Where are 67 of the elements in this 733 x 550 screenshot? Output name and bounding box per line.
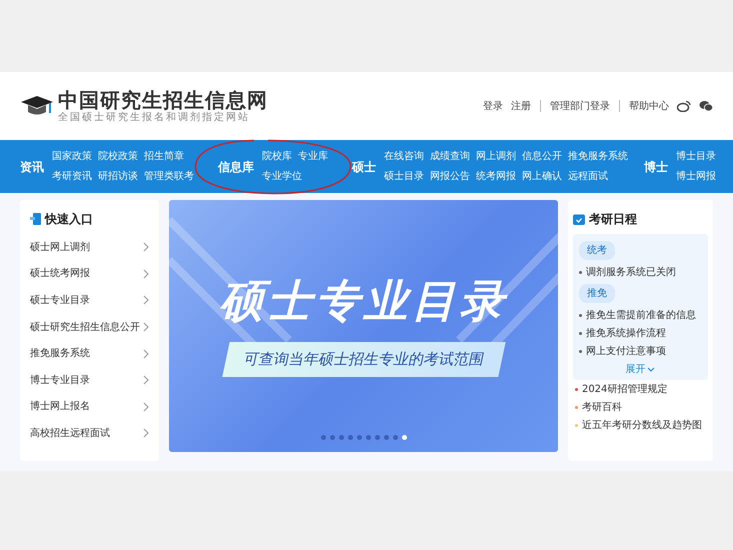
quick-entry-link[interactable]: 博士网上报名 [30,394,150,420]
nav-link[interactable]: 网上调剂 [476,150,516,162]
chevron-right-icon [143,348,150,359]
chevron-right-icon [143,322,150,332]
nav-link[interactable]: 在线咨询 [384,150,424,162]
nav-category[interactable]: 资讯 [20,158,44,176]
header-link[interactable]: 帮助中心 [629,98,669,114]
quick-entry-link[interactable]: 高校招生远程面试 [30,420,150,447]
nav-link[interactable]: 国家政策 [52,150,92,162]
wechat-icon[interactable] [699,100,713,112]
schedule-link[interactable]: 推免系统操作流程 [578,324,702,342]
schedule-tag: 统考 [578,241,615,260]
schedule-link[interactable]: 推免生需提前准备的信息 [578,306,702,324]
site-subtitle: 全国硕士研究生报名和调剂指定网站 [58,112,251,124]
nav-link[interactable]: 信息公开 [522,150,562,162]
card-title: 快速入口 [45,211,93,228]
nav-link[interactable]: 博士目录 [676,150,716,162]
nav-link[interactable]: 管理类联考 [144,170,194,182]
nav-link[interactable]: 博士网报 [676,170,716,182]
quick-entry-link[interactable]: 硕士网上调剂 [30,234,150,261]
door-icon [30,213,41,225]
nav-link[interactable]: 专业学位 [262,170,302,182]
nav-link[interactable]: 招生简章 [144,150,184,162]
nav-category[interactable]: 硕士 [352,158,376,176]
nav-link[interactable]: 网上确认 [522,170,562,182]
schedule-link[interactable]: 调剂服务系统已关闭 [578,263,702,281]
quick-entry-link[interactable]: 硕士研究生招生信息公开 [30,314,150,340]
header-link[interactable]: 登录 [483,98,503,114]
chevron-right-icon [143,375,150,386]
quick-entry-link[interactable]: 硕士专业目录 [30,287,150,314]
chevron-right-icon [143,242,150,252]
nav-link[interactable]: 研招访谈 [98,170,138,182]
card-title: 考研日程 [588,211,637,228]
banner[interactable]: 硕士专业目录 可查询当年硕士招生专业的考试范围 [169,200,558,452]
weibo-icon[interactable] [677,100,691,112]
banner-title: 硕士专业目录 [220,276,508,328]
site-title: 中国研究生招生信息网 [58,88,268,112]
nav-link[interactable]: 网报公告 [430,170,470,182]
chevron-right-icon [143,295,150,306]
nav-category[interactable]: 信息库 [218,158,254,176]
chevron-right-icon [143,402,150,412]
schedule-tag: 推免 [578,284,615,303]
chevron-right-icon [143,428,150,438]
nav-link[interactable]: 统考网报 [476,170,516,182]
nav-category[interactable]: 博士 [644,158,668,176]
nav-link[interactable]: 成绩查询 [430,150,470,162]
banner-subtitle: 可查询当年硕士招生专业的考试范围 [222,342,506,376]
schedule-link[interactable]: 2024研招管理规定 [572,380,708,398]
chevron-right-icon [143,268,150,279]
quick-entry-link[interactable]: 硕士统考网报 [30,260,150,288]
schedule-link[interactable]: 考研百科 [572,398,708,416]
nav-link[interactable]: 院校政策 [98,150,138,162]
nav-link[interactable]: 专业库 [298,150,328,162]
calendar-icon [572,213,585,225]
schedule-link[interactable]: 网上支付注意事项 [578,342,702,360]
nav-link[interactable]: 推免服务系统 [568,150,628,162]
nav-link[interactable]: 院校库 [262,150,292,162]
header-link[interactable]: 注册 [511,98,531,114]
schedule-link[interactable]: 近五年考研分数线及趋势图 [572,416,708,434]
quick-entry-link[interactable]: 博士专业目录 [30,366,150,394]
chevron-down-icon [647,366,656,372]
nav-link[interactable]: 硕士目录 [384,170,424,182]
expand-toggle[interactable]: 展开 [625,362,656,377]
quick-entry-link[interactable]: 推免服务系统 [30,340,150,367]
nav-link[interactable]: 远程面试 [568,170,608,182]
nav-link[interactable]: 考研资讯 [52,170,92,182]
header-link[interactable]: 管理部门登录 [550,98,610,114]
